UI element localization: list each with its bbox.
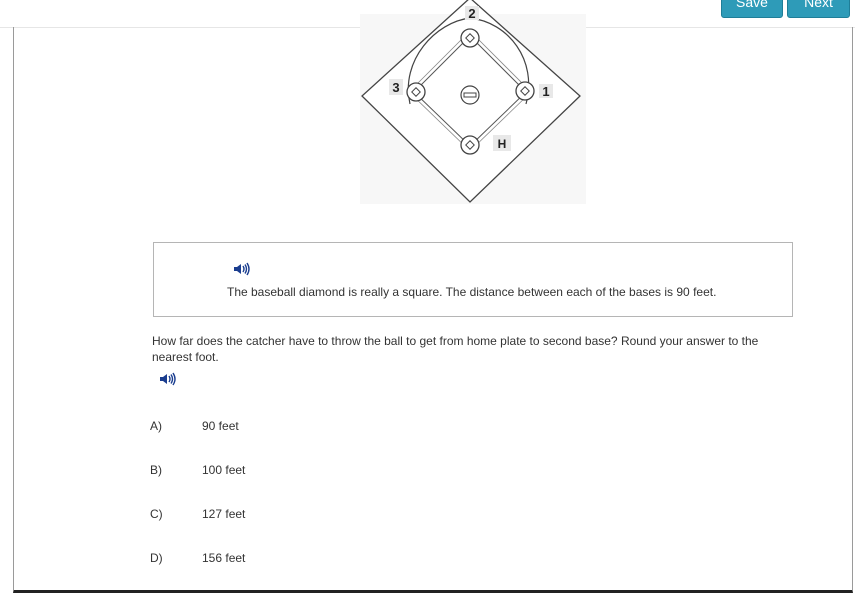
label-second-base: 2 (465, 6, 479, 21)
pitchers-rubber (463, 92, 477, 98)
choice-letter: B) (150, 463, 162, 477)
choice-text: 156 feet (202, 551, 246, 565)
choice-text: 90 feet (202, 419, 239, 433)
choice-letter: D) (150, 551, 163, 565)
question-text: How far does the catcher have to throw t… (152, 334, 759, 364)
label-1: 1 (542, 84, 549, 99)
choice-letter: A) (150, 419, 162, 433)
label-3: 3 (392, 80, 399, 95)
label-third-base: 3 (389, 79, 403, 95)
passage-box (153, 242, 793, 317)
answer-choice-c[interactable]: C) 127 feet (148, 507, 448, 527)
label-2: 2 (468, 6, 475, 21)
choice-letter: C) (150, 507, 163, 521)
answer-choice-d[interactable]: D) 156 feet (148, 551, 448, 571)
speaker-icon[interactable] (159, 372, 177, 386)
baseball-diamond-figure: 2 3 1 H (360, 0, 586, 204)
first-base (515, 81, 535, 101)
next-button[interactable]: Next (787, 0, 850, 18)
choice-text: 100 feet (202, 463, 246, 477)
speaker-icon[interactable] (233, 262, 251, 276)
label-h: H (498, 137, 507, 151)
answer-choice-a[interactable]: A) 90 feet (148, 419, 448, 439)
second-base (460, 28, 480, 48)
passage-text: The baseball diamond is really a square.… (227, 285, 717, 299)
label-home: H (493, 135, 511, 151)
choice-text: 127 feet (202, 507, 246, 521)
home-plate (460, 135, 480, 155)
label-first-base: 1 (539, 84, 553, 99)
answer-choice-b[interactable]: B) 100 feet (148, 463, 448, 483)
third-base (406, 82, 426, 102)
save-button[interactable]: Save (721, 0, 783, 18)
